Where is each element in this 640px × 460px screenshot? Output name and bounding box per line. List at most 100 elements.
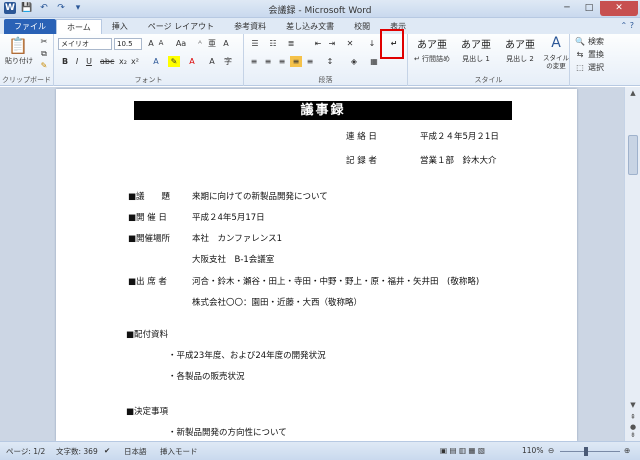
document-title: 議事録 [134, 101, 512, 120]
group-label-font: フォント [134, 76, 163, 84]
find-icon[interactable]: 🔍 [574, 36, 586, 47]
borders-icon[interactable]: ▦ [368, 56, 380, 67]
decisions-heading: ■決定事項 [126, 407, 169, 417]
char-border-icon[interactable]: A [220, 38, 232, 49]
zoom-level[interactable]: 110% [522, 446, 543, 455]
format-painter-icon[interactable]: ✎ [38, 60, 50, 71]
font-size-combo[interactable]: 10.5 [114, 38, 142, 50]
style-no-spacing[interactable]: あア亜 ↵ 行間詰め [410, 38, 454, 72]
highlight-icon[interactable]: ✎ [168, 56, 180, 67]
document-page[interactable]: 議事録 連 絡 日 平成２４年5月２1日 記 録 者 営業１部 鈴木大介 ■議 … [56, 89, 577, 441]
group-label-paragraph: 段落 [318, 76, 333, 84]
tab-mailings[interactable]: 差し込み文書 [276, 19, 344, 34]
style-heading-2[interactable]: あア亜 見出し 2 [498, 38, 542, 72]
align-left-icon[interactable]: ≡ [248, 56, 260, 67]
tab-references[interactable]: 参考資料 [224, 19, 276, 34]
paste-button[interactable]: 貼り付け [2, 56, 36, 67]
venue-value-1: 本社 カンファレンス1 [192, 234, 282, 244]
proofing-icon[interactable]: ✔ [104, 446, 110, 455]
vertical-scrollbar[interactable]: ▲ ▼ ⇞ ● ⇟ [624, 87, 640, 441]
increase-indent-icon[interactable]: ⇥ [326, 38, 338, 49]
ribbon: 📋 貼り付け ✂ ⧉ ✎ クリップボード メイリオ 10.5 A A Aa ᴬ … [0, 34, 640, 86]
grow-font-icon[interactable]: A [146, 38, 156, 49]
asian-layout-icon[interactable]: ✕ [344, 38, 356, 49]
text-effects-icon[interactable]: A [150, 56, 162, 67]
tab-insert[interactable]: 挿入 [102, 19, 138, 34]
recorder-value: 営業１部 鈴木大介 [420, 156, 497, 166]
change-case-icon[interactable]: Aa [174, 38, 188, 49]
venue-value-2: 大阪支社 B-1会議室 [192, 255, 275, 265]
shading-icon[interactable]: ◈ [348, 56, 360, 67]
replace-button[interactable]: 置換 [588, 49, 618, 60]
superscript-icon[interactable]: x² [130, 56, 140, 67]
justify-icon[interactable]: ≡ [290, 56, 302, 67]
handouts-heading: ■配付資料 [126, 330, 169, 340]
strikethrough-icon[interactable]: abc [100, 56, 114, 67]
minimize-button[interactable]: ─ [556, 1, 578, 16]
tab-page-layout[interactable]: ページ レイアウト [138, 19, 224, 34]
italic-icon[interactable]: I [72, 56, 82, 67]
zoom-slider-thumb[interactable] [584, 447, 588, 456]
font-name-combo[interactable]: メイリオ [58, 38, 112, 50]
shrink-font-icon[interactable]: A [156, 38, 166, 49]
char-shading-icon[interactable]: A [206, 56, 218, 67]
scroll-thumb[interactable] [628, 135, 638, 175]
copy-icon[interactable]: ⧉ [38, 48, 50, 59]
zoom-out-icon[interactable]: ⊖ [548, 446, 554, 455]
change-styles-button[interactable]: スタイルの変更 [542, 54, 570, 70]
phonetic-guide-icon[interactable]: 亜 [206, 38, 218, 49]
next-page-icon[interactable]: ⇟ [625, 431, 640, 439]
language-indicator[interactable]: 日本語 [124, 446, 147, 457]
view-buttons[interactable]: ▣ ▤ ▥ ▦ ▧ [440, 446, 485, 455]
maximize-button[interactable]: □ [578, 1, 600, 16]
replace-icon[interactable]: ⇆ [574, 49, 586, 60]
zoom-in-icon[interactable]: ⊕ [624, 446, 630, 455]
close-button[interactable]: ✕ [600, 1, 638, 16]
help-icon[interactable]: ⌃ ? [621, 21, 635, 30]
style-heading-1[interactable]: あア亜 見出し 1 [454, 38, 498, 72]
scroll-down-icon[interactable]: ▼ [625, 401, 640, 409]
handout-item: ・各製品の販売状況 [168, 372, 245, 382]
decrease-indent-icon[interactable]: ⇤ [312, 38, 324, 49]
cut-icon[interactable]: ✂ [38, 36, 50, 47]
select-icon[interactable]: ⬚ [574, 62, 586, 73]
insert-mode-indicator[interactable]: 挿入モード [160, 446, 198, 457]
find-button[interactable]: 検索 [588, 36, 618, 47]
tab-home[interactable]: ホーム [56, 19, 102, 34]
paste-icon[interactable]: 📋 [6, 36, 30, 56]
recorder-label: 記 録 者 [346, 156, 377, 166]
group-label-styles: スタイル [474, 76, 503, 84]
numbering-icon[interactable]: ☷ [266, 38, 280, 49]
bullets-icon[interactable]: ☰ [248, 38, 262, 49]
select-button[interactable]: 選択 [588, 62, 618, 73]
underline-icon[interactable]: U [84, 56, 94, 67]
tab-review[interactable]: 校閲 [344, 19, 380, 34]
prev-page-icon[interactable]: ⇞ [625, 413, 640, 421]
sort-icon[interactable]: ↓ [366, 38, 378, 49]
tab-file[interactable]: ファイル [4, 19, 56, 34]
zoom-slider[interactable] [560, 451, 620, 452]
scroll-up-icon[interactable]: ▲ [625, 89, 640, 97]
browse-object-icon[interactable]: ● [625, 423, 640, 431]
agenda-value: 来期に向けての新製品開発について [192, 192, 328, 202]
title-bar: W 💾 ↶ ↷ ▾ 会議録 - Microsoft Word ─ □ ✕ [0, 0, 640, 18]
subscript-icon[interactable]: x₂ [118, 56, 128, 67]
style-name: 見出し 2 [506, 55, 534, 63]
line-spacing-icon[interactable]: ↕ [324, 56, 336, 67]
change-styles-icon[interactable]: A [544, 36, 568, 50]
align-center-icon[interactable]: ≡ [262, 56, 274, 67]
venue-label: ■開催場所 [128, 234, 171, 244]
group-editing: 🔍 検索 ⇆ 置換 ⬚ 選択 [570, 34, 640, 86]
window-title: 会議録 - Microsoft Word [268, 6, 372, 16]
align-right-icon[interactable]: ≡ [276, 56, 288, 67]
font-color-icon[interactable]: A [186, 56, 198, 67]
word-count[interactable]: 文字数: 369 [56, 446, 98, 457]
enclose-char-icon[interactable]: 字 [222, 56, 234, 67]
contact-date-label: 連 絡 日 [346, 132, 377, 142]
style-sample: あア亜 [417, 40, 447, 51]
bold-icon[interactable]: B [60, 56, 70, 67]
multilevel-list-icon[interactable]: ≣ [284, 38, 298, 49]
distribute-icon[interactable]: ≡ [304, 56, 316, 67]
clear-format-icon[interactable]: ᴬ [194, 38, 206, 49]
page-indicator[interactable]: ページ: 1/2 [6, 446, 45, 457]
